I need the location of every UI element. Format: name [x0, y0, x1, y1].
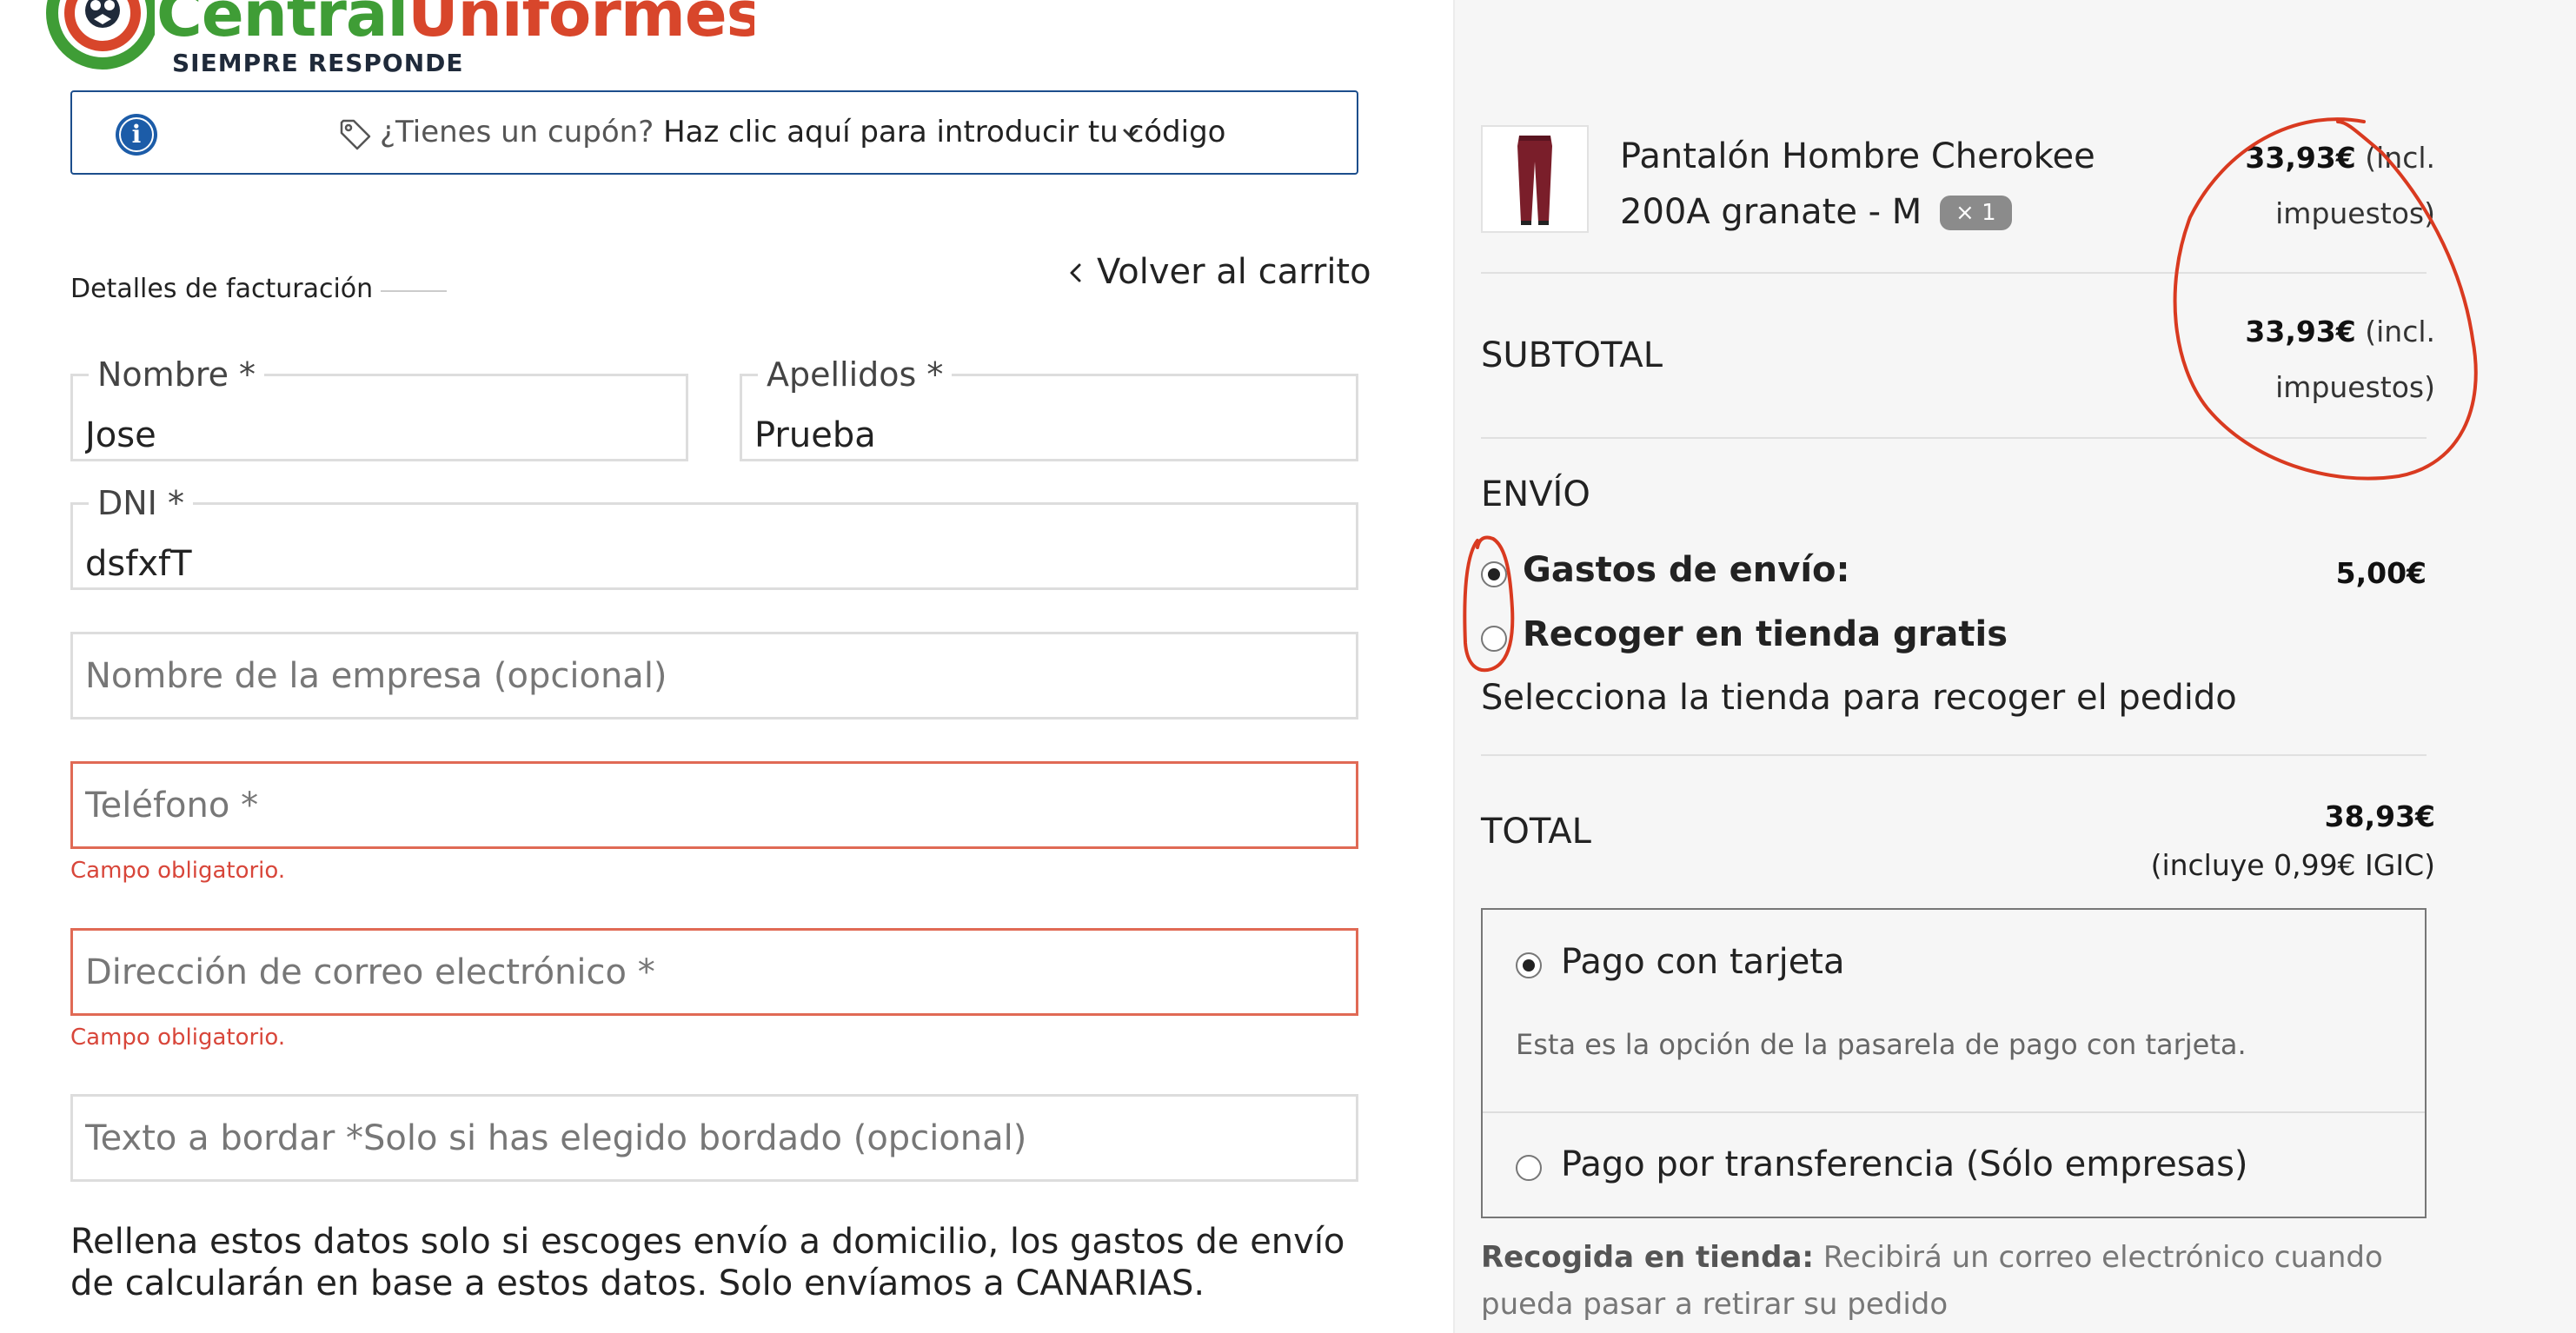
dni-input[interactable] — [73, 505, 1356, 587]
phone-input[interactable] — [73, 764, 1356, 846]
total-tax-note: (incluye 0,99€ IGIC) — [2150, 848, 2435, 882]
divider — [1481, 272, 2427, 274]
divider — [1481, 754, 2427, 756]
logo[interactable]: CentralUniformes SIEMPRE RESPONDE — [42, 0, 754, 83]
first-name-input[interactable] — [73, 376, 686, 459]
product-tax-note-2: impuestos) — [2275, 196, 2435, 230]
product-price-value: 33,93€ — [2245, 141, 2356, 175]
shipping-option-radio[interactable] — [1481, 561, 1507, 587]
shipping-option-price: 5,00€ — [2335, 556, 2427, 590]
chevron-down-icon[interactable] — [1118, 121, 1144, 147]
divider — [1481, 437, 2427, 439]
embroidery-text-field[interactable] — [70, 1094, 1358, 1182]
product-name: Pantalón Hombre Cherokee 200A granate - … — [1620, 129, 2194, 240]
total-price-value: 38,93€ — [2324, 799, 2435, 833]
company-field[interactable] — [70, 632, 1358, 720]
pickup-note: Recogida en tienda: Recibirá un correo e… — [1481, 1234, 2454, 1328]
product-price: 33,93€ (incl. impuestos) — [2245, 130, 2435, 242]
subtotal-tax-note-2: impuestos) — [2275, 370, 2435, 404]
tag-icon — [340, 119, 371, 150]
last-name-input[interactable] — [742, 376, 1356, 459]
product-thumbnail — [1481, 125, 1589, 233]
shipping-option-label[interactable]: Gastos de envío: — [1523, 550, 1850, 590]
card-payment-radio[interactable] — [1516, 952, 1542, 978]
email-error: Campo obligatorio. — [70, 1025, 286, 1051]
pickup-note-title: Recogida en tienda: — [1481, 1240, 1815, 1275]
logo-tagline: SIEMPRE RESPONDE — [172, 49, 464, 77]
first-name-field[interactable]: Nombre * — [70, 357, 688, 461]
email-input[interactable] — [73, 931, 1356, 1013]
logo-mark-icon — [46, 0, 155, 70]
pickup-option-label[interactable]: Recoger en tienda gratis — [1523, 614, 2008, 654]
subtotal-label: SUBTOTAL — [1481, 335, 1663, 375]
coupon-banner[interactable]: i ¿Tienes un cupón? Haz clic aquí para i… — [70, 90, 1358, 175]
pickup-option-radio[interactable] — [1481, 626, 1507, 652]
order-summary-column: Pantalón Hombre Cherokee 200A granate - … — [1453, 0, 2576, 1333]
subtotal-price-value: 33,93€ — [2245, 315, 2356, 348]
payment-divider — [1483, 1111, 2425, 1113]
card-payment-description: Esta es la opción de la pasarela de pago… — [1516, 1028, 2247, 1061]
phone-error: Campo obligatorio. — [70, 858, 286, 884]
product-tax-note: (incl. — [2365, 141, 2435, 175]
payment-methods: Pago con tarjeta Esta es la opción de la… — [1481, 908, 2427, 1218]
pickup-store-hint[interactable]: Selecciona la tienda para recoger el ped… — [1481, 678, 2237, 718]
quantity-badge: × 1 — [1940, 196, 2012, 230]
info-icon: i — [116, 114, 157, 156]
trousers-icon — [1517, 136, 1552, 225]
total-label: TOTAL — [1481, 812, 1591, 852]
dni-field[interactable]: DNI * — [70, 486, 1358, 590]
subtotal-tax-note: (incl. — [2365, 315, 2435, 348]
checkout-form-column: CentralUniformes SIEMPRE RESPONDE i ¿Tie… — [0, 0, 1453, 1333]
logo-text: CentralUniformes — [156, 0, 754, 50]
transfer-payment-label[interactable]: Pago por transferencia (Sólo empresas) — [1561, 1144, 2248, 1184]
transfer-payment-radio[interactable] — [1516, 1155, 1542, 1181]
shipping-note: Rellena estos datos solo si escoges enví… — [70, 1222, 1345, 1303]
coupon-text: ¿Tienes un cupón? Haz clic aquí para int… — [380, 115, 1225, 149]
shipping-label: ENVÍO — [1481, 474, 1590, 514]
coupon-question: ¿Tienes un cupón? — [380, 115, 654, 149]
chevron-left-icon — [1070, 263, 1081, 282]
total-price: 38,93€ (incluye 0,99€ IGIC) — [2151, 793, 2435, 890]
email-field[interactable] — [70, 928, 1358, 1016]
section-divider — [381, 290, 447, 292]
product-name-text: Pantalón Hombre Cherokee 200A granate - … — [1620, 136, 2095, 232]
subtotal-price: 33,93€ (incl. impuestos) — [2245, 304, 2435, 415]
back-to-cart-link[interactable]: Volver al carrito — [1064, 252, 1371, 292]
company-input[interactable] — [73, 634, 1356, 717]
card-payment-label[interactable]: Pago con tarjeta — [1561, 942, 1845, 982]
phone-field[interactable] — [70, 761, 1358, 849]
back-to-cart-label: Volver al carrito — [1097, 252, 1371, 292]
embroidery-text-input[interactable] — [73, 1097, 1356, 1179]
billing-section-title: Detalles de facturación — [70, 274, 374, 304]
last-name-field[interactable]: Apellidos * — [740, 357, 1358, 461]
